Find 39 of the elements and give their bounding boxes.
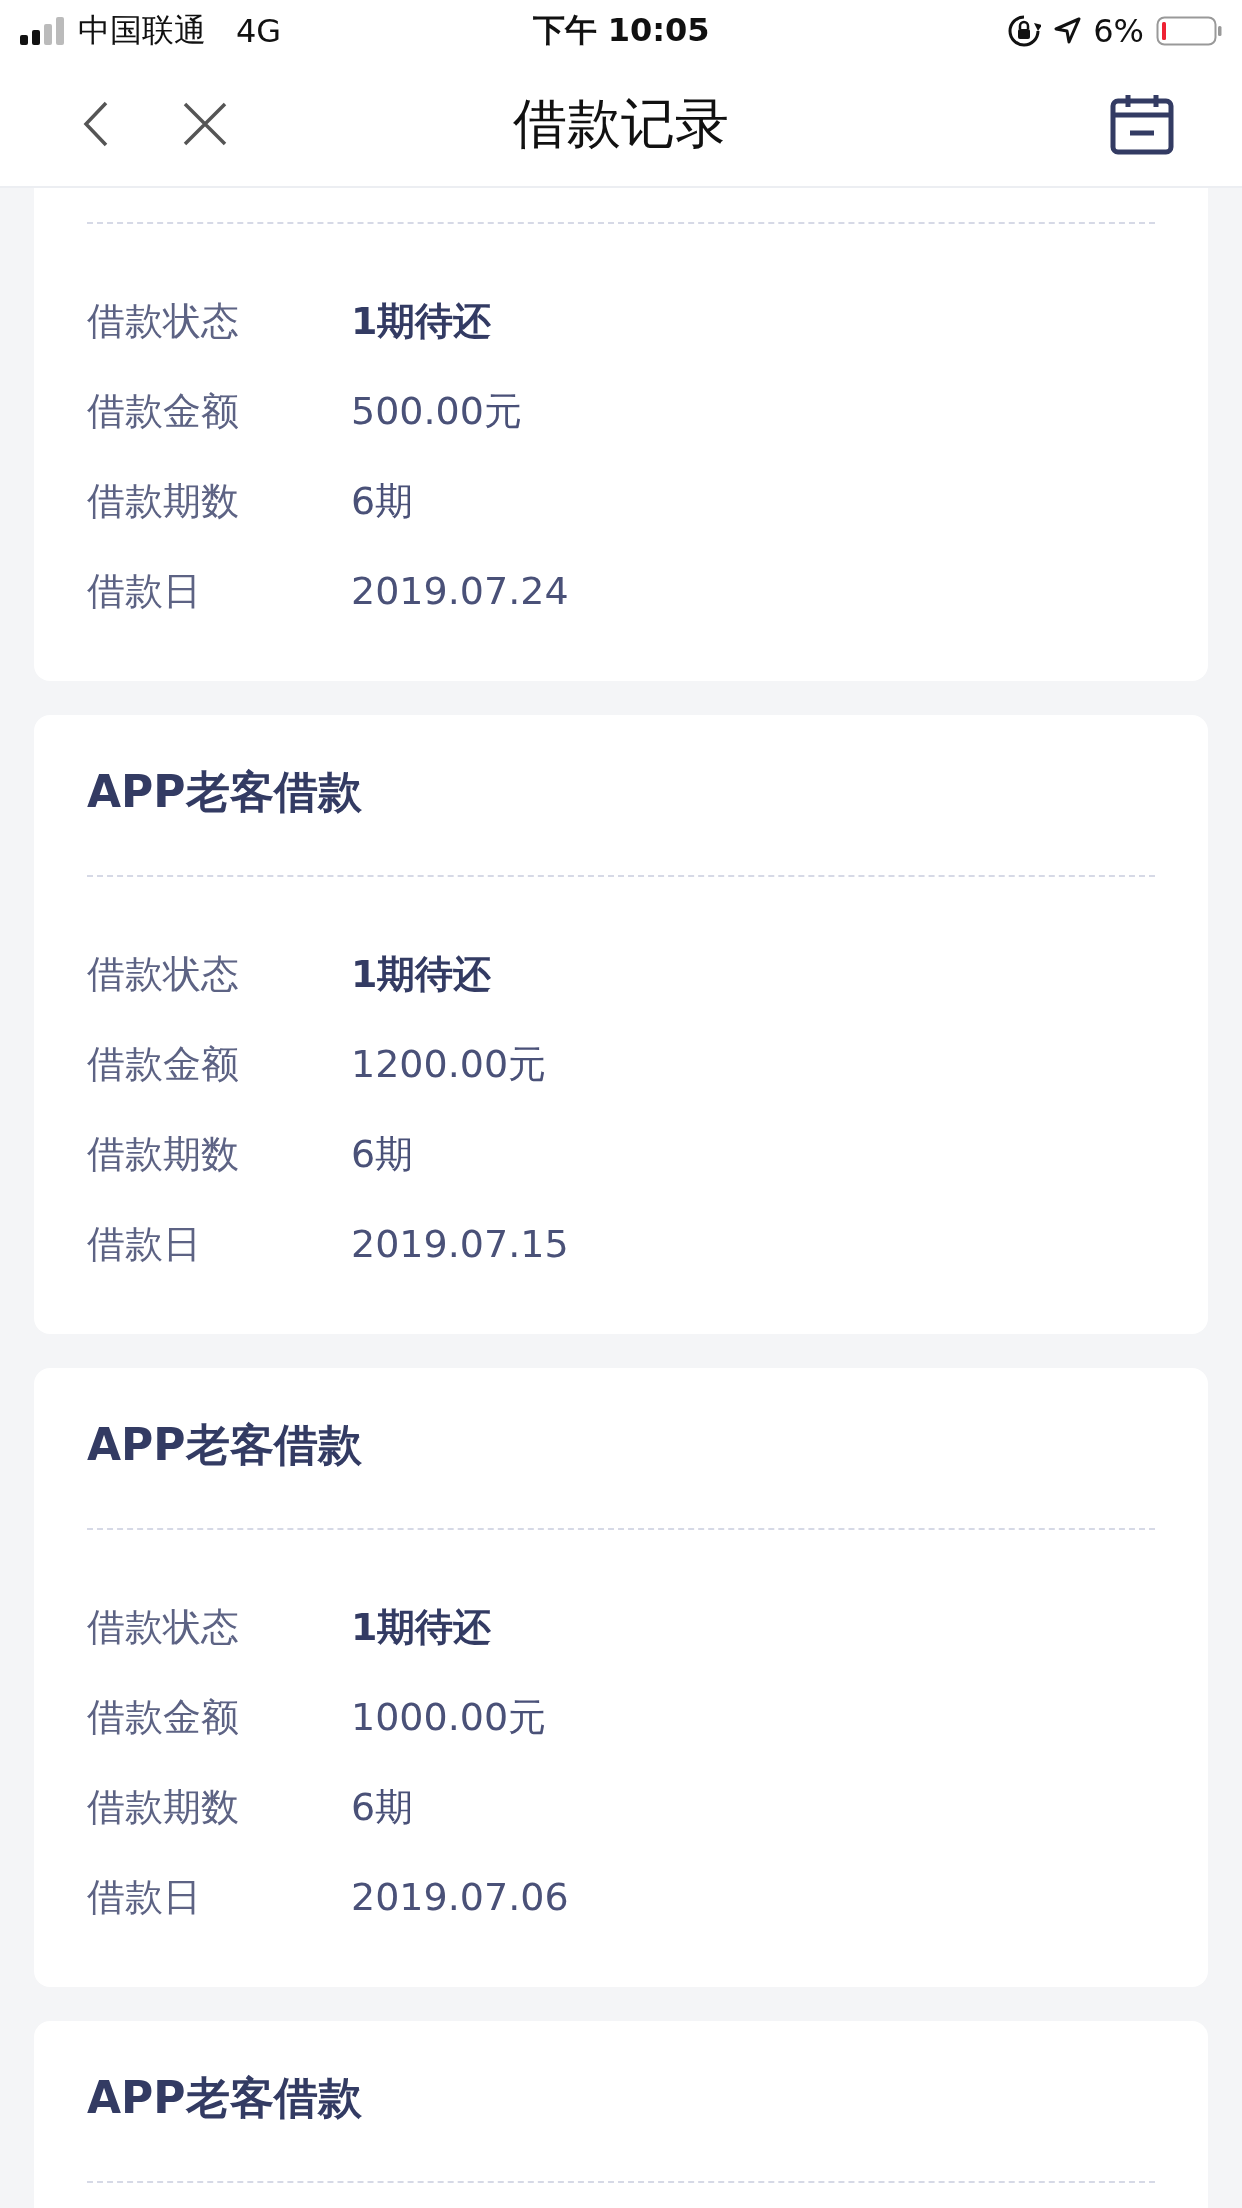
status-time: 下午 10:05 <box>532 10 710 51</box>
record-title: APP老客借款 <box>87 1417 362 1472</box>
field-value: 6期 <box>351 1130 414 1178</box>
network-type: 4G <box>236 12 282 50</box>
field-label: 借款日 <box>87 1873 202 1921</box>
back-icon[interactable] <box>83 100 109 148</box>
battery-icon <box>1156 16 1222 46</box>
field-value: 2019.07.06 <box>351 1875 569 1919</box>
field-label: 借款期数 <box>87 477 240 525</box>
field-value: 2019.07.24 <box>351 569 569 613</box>
field-value: 6期 <box>351 1783 414 1831</box>
field-value: 1期待还 <box>351 297 492 345</box>
field-value: 1000.00元 <box>351 1693 547 1741</box>
page-title: 借款记录 <box>513 90 729 157</box>
signal-icon <box>20 17 66 45</box>
location-icon <box>1053 17 1082 45</box>
carrier-name: 中国联通 <box>78 10 206 51</box>
field-label: 借款状态 <box>87 950 240 998</box>
field-value: 1期待还 <box>351 950 492 998</box>
battery-percent: 6% <box>1093 12 1144 50</box>
field-value: 500.00元 <box>351 387 522 435</box>
field-label: 借款期数 <box>87 1130 240 1178</box>
field-value: 2019.07.15 <box>351 1222 569 1266</box>
field-label: 借款状态 <box>87 1603 240 1651</box>
field-value: 6期 <box>351 477 414 525</box>
close-icon[interactable] <box>182 101 228 147</box>
rotation-lock-icon <box>1007 14 1042 48</box>
record-title: APP老客借款 <box>87 2070 362 2125</box>
field-label: 借款金额 <box>87 1693 240 1741</box>
field-value: 1期待还 <box>351 1603 492 1651</box>
record-title: APP老客借款 <box>87 764 362 819</box>
field-label: 借款日 <box>87 567 202 615</box>
field-label: 借款期数 <box>87 1783 240 1831</box>
field-label: 借款状态 <box>87 297 240 345</box>
calendar-icon[interactable] <box>1110 93 1174 155</box>
field-label: 借款金额 <box>87 1040 240 1088</box>
field-label: 借款日 <box>87 1220 202 1268</box>
field-label: 借款金额 <box>87 387 240 435</box>
field-value: 1200.00元 <box>351 1040 547 1088</box>
